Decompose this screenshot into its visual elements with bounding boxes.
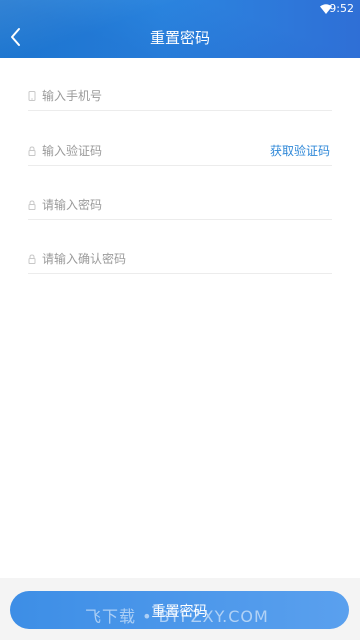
status-time: 9:52 (329, 2, 354, 15)
lock-icon (28, 146, 36, 156)
code-field: 获取验证码 (28, 139, 332, 166)
page-title: 重置密码 (149, 29, 210, 47)
phone-input[interactable] (42, 84, 262, 108)
lock-icon (28, 200, 36, 210)
header-bar: 9:52 重置密码 (0, 0, 360, 58)
reset-password-screen: 9:52 重置密码 获取验证码 (0, 0, 360, 640)
watermark: 飞下载 • BYFZXY.COM (85, 607, 269, 626)
confirm-password-input[interactable] (42, 247, 262, 271)
phone-field (28, 84, 332, 111)
code-input[interactable] (42, 139, 262, 163)
password-field (28, 193, 332, 220)
lock-icon (28, 254, 36, 264)
phone-icon (28, 91, 36, 101)
confirm-password-field (28, 247, 332, 274)
status-bar: 9:52 (0, 0, 360, 18)
password-input[interactable] (42, 193, 262, 217)
get-code-button[interactable]: 获取验证码 (270, 142, 330, 160)
